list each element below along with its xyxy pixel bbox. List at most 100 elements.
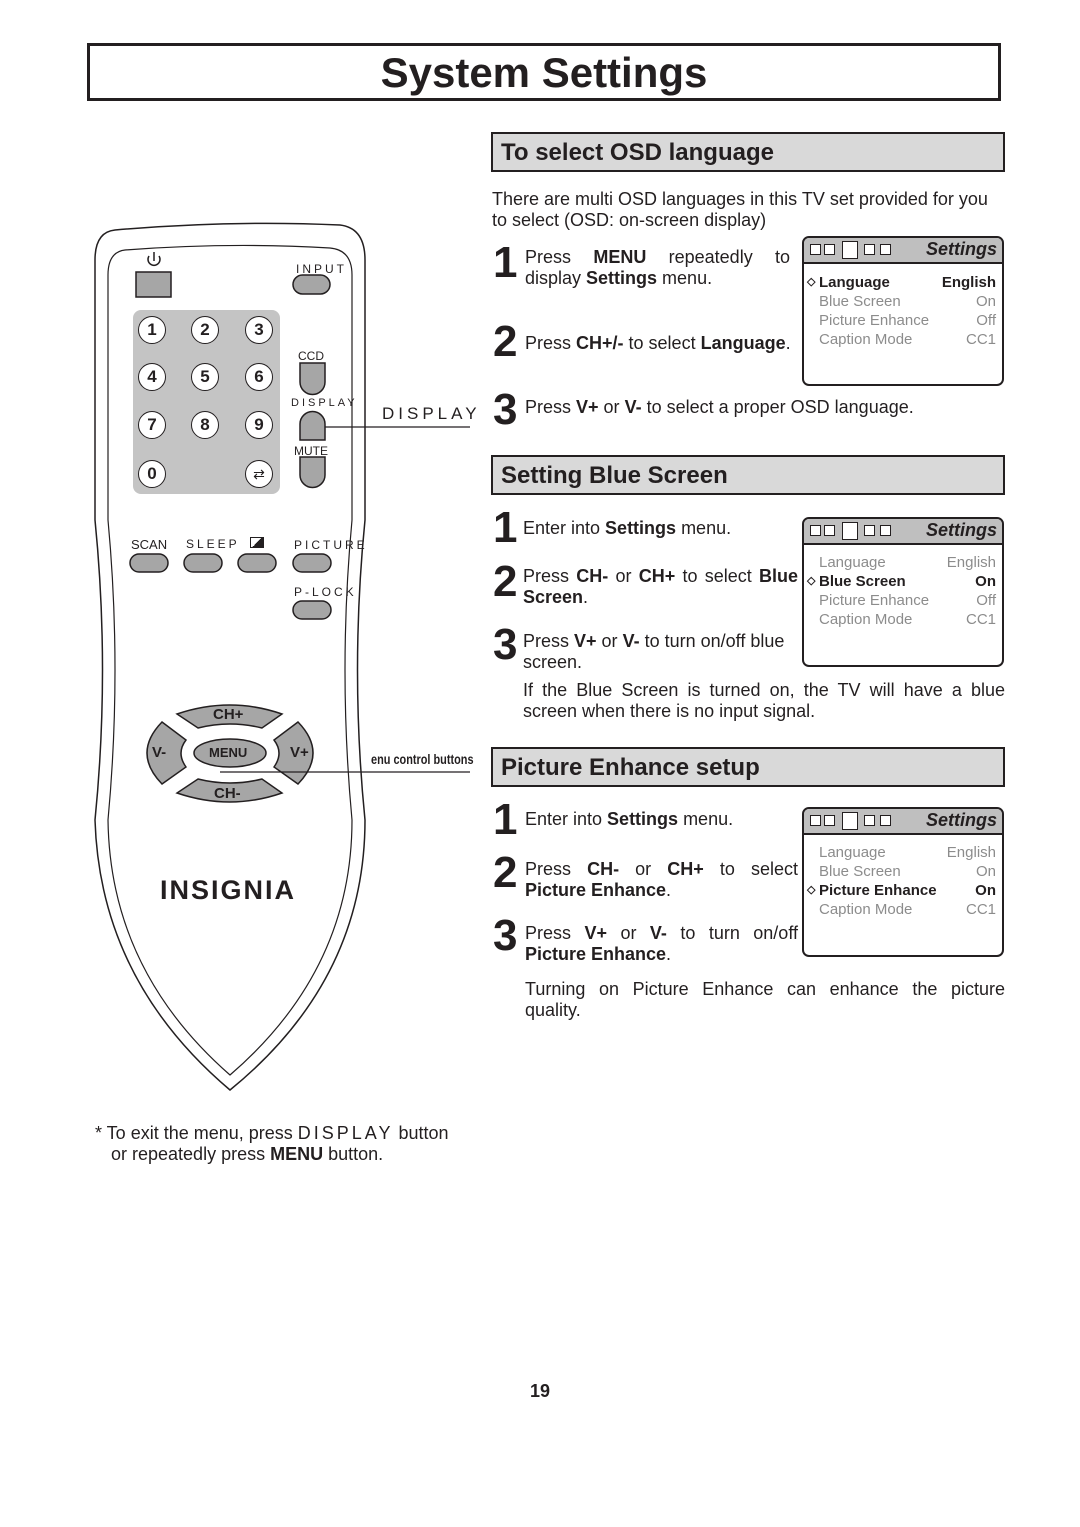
step-text: Enter into Settings menu.	[523, 518, 732, 538]
ccd-label: CCD	[298, 349, 324, 363]
page-number: 19	[529, 1381, 551, 1401]
plock-label: P-LOCK	[294, 585, 357, 599]
osd-tab-icon	[864, 244, 875, 255]
page-title: System Settings	[380, 49, 708, 96]
scan-button[interactable]	[129, 553, 169, 573]
plock-button[interactable]	[292, 600, 332, 620]
osd-menu-item: ◇ Language English	[804, 273, 1002, 292]
step-number: 3	[493, 911, 518, 960]
osd-menu-item: Blue Screen On	[804, 862, 1002, 881]
digit-button-0[interactable]: 0	[138, 460, 166, 488]
step-text: Press V+ or V- to turn on/off blue scree…	[523, 631, 785, 672]
osd-item-label: Language	[819, 844, 886, 861]
osd-menu-item: Picture Enhance Off	[804, 591, 1002, 610]
step-number: 2	[493, 317, 518, 366]
blue-screen-note: If the Blue Screen is turned on, the TV …	[523, 680, 1005, 721]
osd-item-value: On	[975, 882, 996, 899]
osd-tab-active-icon	[842, 241, 858, 259]
input-button[interactable]	[292, 274, 331, 295]
intro-line: to select (OSD: on-screen display)	[492, 210, 767, 230]
digit-button-8[interactable]: 8	[191, 411, 219, 439]
osd-menu-item: Caption Mode CC1	[804, 900, 1002, 919]
step-number: 1	[493, 795, 518, 844]
aspect-icon	[250, 537, 264, 548]
osd-item-label: Caption Mode	[819, 331, 913, 348]
osd-header: Settings	[804, 519, 1002, 545]
display-callout-label: DISPLAY	[382, 404, 481, 423]
aspect-button[interactable]	[237, 553, 277, 573]
section-title: Picture Enhance setup	[501, 754, 760, 781]
osd-tab-icon	[810, 815, 821, 826]
section-heading-picture-enhance: Picture Enhance setup	[491, 747, 1005, 787]
osd-menu-list: ◇ Language English Blue Screen On Picture Enh…	[804, 264, 1002, 349]
osd-menu-item: Caption Mode CC1	[804, 610, 1002, 629]
picture-enhance-note: Turning on Picture Enhance can enhance t…	[525, 979, 1005, 1020]
sleep-button[interactable]	[183, 553, 223, 573]
recall-button[interactable]: ⇄	[245, 460, 273, 488]
osd-item-label: Blue Screen	[819, 293, 901, 310]
scan-label: SCAN	[131, 537, 168, 552]
digit-button-6[interactable]: 6	[245, 363, 273, 391]
osd-item-value: CC1	[965, 331, 996, 348]
osd-menu-item: ◇ Blue Screen On	[804, 572, 1002, 591]
ch-up-label: CH+	[213, 706, 244, 723]
step-text: Press CH- or CH+ to select Picture Enhan…	[525, 859, 798, 900]
intro-line: There are multi OSD languages in this TV…	[492, 189, 988, 209]
sleep-label: SLEEP	[186, 537, 240, 551]
ccd-button[interactable]	[299, 362, 326, 396]
osd-item-value: On	[975, 863, 996, 880]
input-label: INPUT	[296, 262, 347, 276]
digit-button-9[interactable]: 9	[245, 411, 273, 439]
step-text: Enter into Settings menu.	[525, 809, 734, 829]
osd-tab-icon	[824, 525, 835, 536]
digit-button-5[interactable]: 5	[191, 363, 219, 391]
digit-button-2[interactable]: 2	[191, 316, 219, 344]
display-button[interactable]	[299, 410, 326, 441]
osd-menu-list: Language English ◇ Blue Screen On Picture Enh…	[804, 545, 1002, 629]
section-heading-blue-screen: Setting Blue Screen	[491, 455, 1005, 495]
osd-item-label: Blue Screen	[819, 863, 901, 880]
osd-settings-menu: Settings ◇ Language English Blue Screen On Pic…	[802, 236, 1004, 386]
section-heading-osd-language: To select OSD language	[491, 132, 1005, 172]
osd-tab-active-icon	[842, 812, 858, 830]
brand-logo: INSIGNIA	[160, 875, 297, 905]
osd-menu-item: Language English	[804, 843, 1002, 862]
osd-item-label: Caption Mode	[819, 611, 913, 628]
mute-button[interactable]	[299, 456, 326, 489]
osd-header: Settings	[804, 809, 1002, 835]
selection-diamond-icon: ◇	[807, 884, 816, 896]
vol-up-label: V+	[290, 744, 309, 761]
osd-item-value: CC1	[965, 901, 996, 918]
step-number: 3	[493, 385, 518, 434]
osd-item-label: Language	[819, 554, 886, 571]
recall-icon: ⇄	[253, 466, 265, 482]
step-number: 2	[493, 848, 518, 897]
display-label: DISPLAY	[291, 397, 358, 409]
menu-callout-label: enu control buttons	[371, 751, 474, 767]
osd-item-label: Picture Enhance	[819, 882, 937, 899]
osd-menu-list: Language English Blue Screen On ◇ Picture Enh…	[804, 835, 1002, 919]
osd-item-value: English	[946, 554, 996, 571]
osd-tab-icon	[880, 525, 891, 536]
osd-item-value: Off	[976, 592, 996, 609]
osd-tab-icon	[824, 244, 835, 255]
digit-button-4[interactable]: 4	[138, 363, 166, 391]
step-number: 1	[493, 238, 518, 287]
osd-intro: There are multi OSD languages in this TV…	[492, 189, 1007, 231]
step-text: Press CH- or CH+ to select Blue Screen.	[523, 566, 798, 607]
osd-title: Settings	[925, 810, 997, 830]
selection-diamond-icon: ◇	[807, 575, 816, 587]
selection-diamond-icon: ◇	[807, 276, 816, 288]
digit-button-7[interactable]: 7	[138, 411, 166, 439]
osd-tab-icon	[864, 525, 875, 536]
digit-button-1[interactable]: 1	[138, 316, 166, 344]
osd-tab-icon	[880, 244, 891, 255]
mute-label: MUTE	[294, 444, 328, 458]
picture-button[interactable]	[292, 553, 332, 573]
step-number: 1	[493, 503, 518, 552]
digit-button-3[interactable]: 3	[245, 316, 273, 344]
power-button[interactable]	[135, 271, 172, 298]
step-number: 3	[493, 620, 518, 669]
osd-item-label: Caption Mode	[819, 901, 913, 918]
section-title: Setting Blue Screen	[501, 462, 728, 489]
